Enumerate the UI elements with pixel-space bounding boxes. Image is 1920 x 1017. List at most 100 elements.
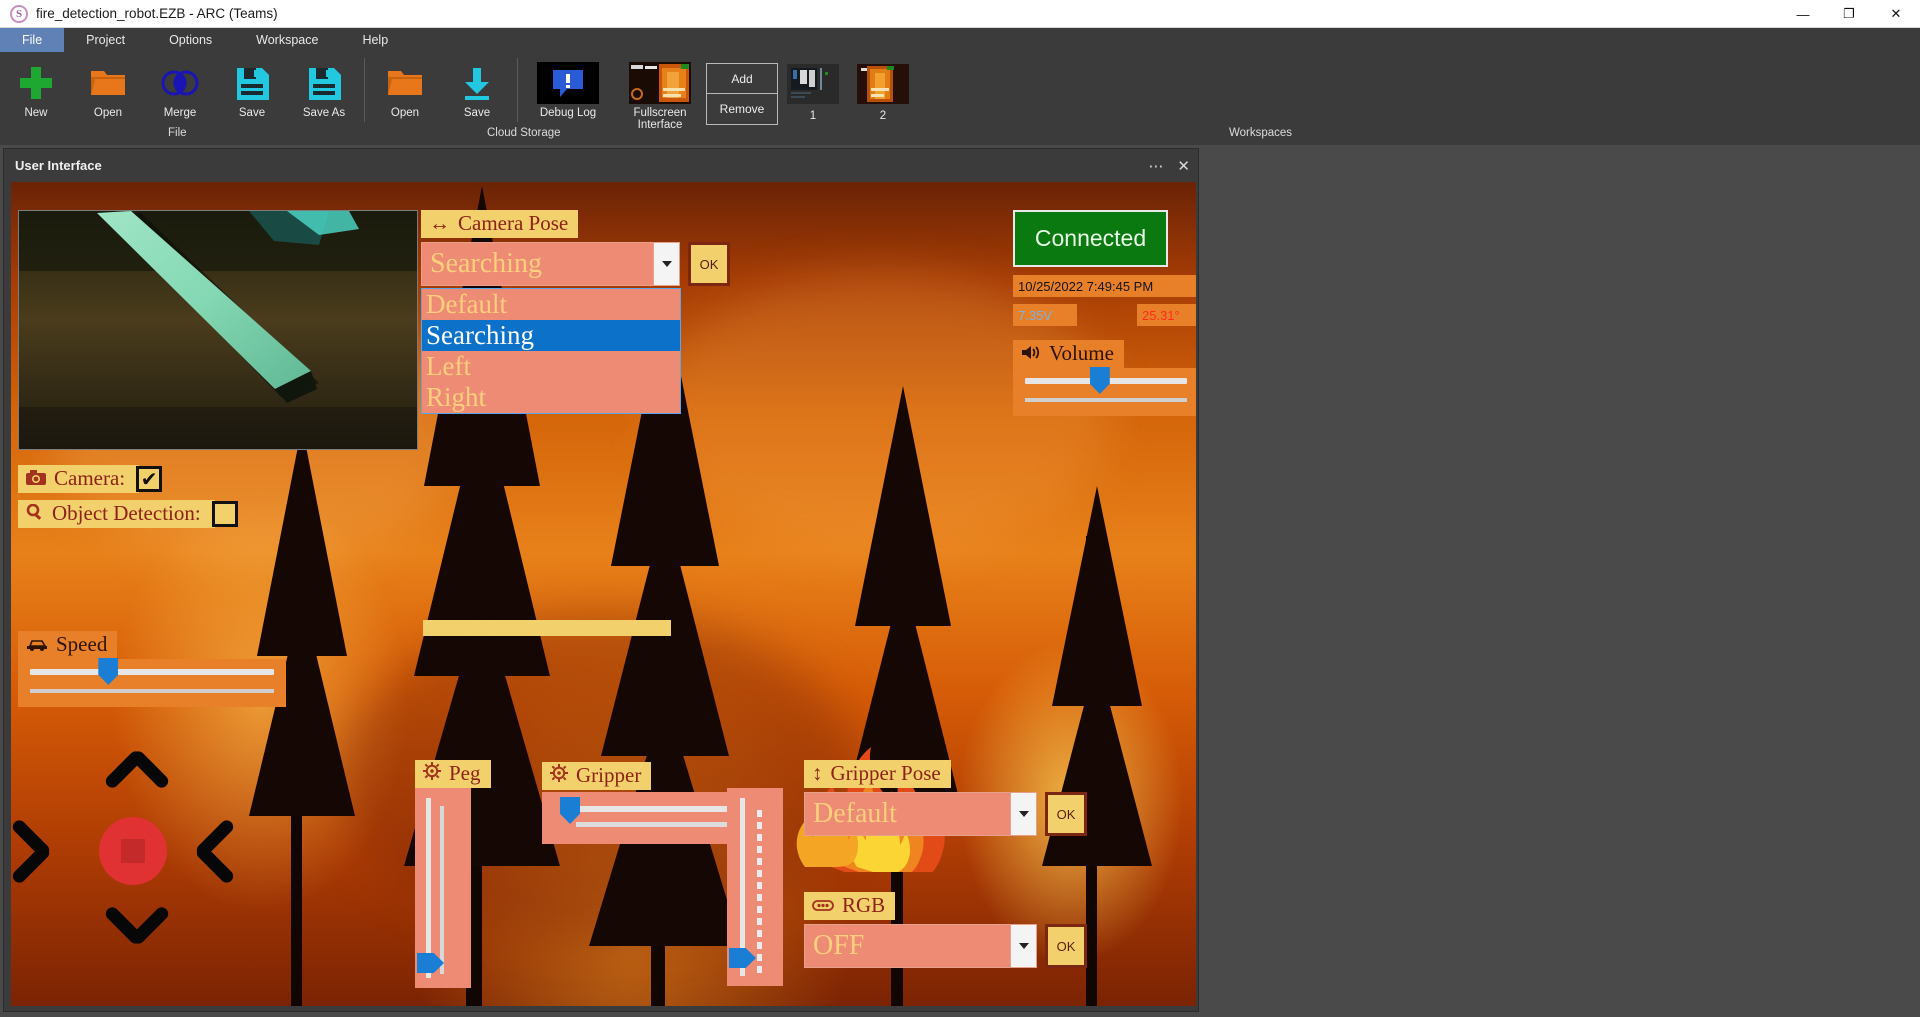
chevron-down-icon[interactable] bbox=[654, 242, 680, 286]
add-workspace-button[interactable]: Add bbox=[707, 64, 777, 94]
workspace-thumb-1[interactable]: 1 bbox=[778, 57, 848, 122]
speed-slider-track[interactable] bbox=[30, 669, 274, 675]
chevron-down-icon[interactable] bbox=[99, 899, 157, 957]
gripper-pose-ok-button[interactable]: OK bbox=[1045, 792, 1087, 836]
peg-slider-track[interactable] bbox=[426, 798, 431, 978]
object-detection-toggle-row[interactable]: Object Detection: bbox=[18, 500, 238, 528]
chevron-down-icon[interactable] bbox=[1011, 792, 1037, 836]
speaker-icon bbox=[1021, 341, 1041, 365]
workspace-thumb-2[interactable]: 2 bbox=[848, 57, 918, 122]
chevron-right-icon[interactable] bbox=[180, 818, 238, 876]
chevron-up-icon[interactable] bbox=[99, 737, 157, 795]
save-button[interactable]: Save bbox=[216, 57, 288, 119]
speech-bubble-alert-icon bbox=[537, 61, 599, 105]
merge-button[interactable]: Merge bbox=[144, 57, 216, 119]
close-icon[interactable]: ✕ bbox=[1872, 0, 1920, 28]
remove-workspace-button[interactable]: Remove bbox=[707, 94, 777, 124]
camera-feed[interactable] bbox=[18, 210, 418, 450]
dropdown-option-searching[interactable]: Searching bbox=[422, 320, 680, 351]
speed-caption: Speed bbox=[18, 631, 117, 659]
new-button[interactable]: New bbox=[0, 57, 72, 119]
gripper-pose-caption: ↕ Gripper Pose bbox=[804, 760, 951, 788]
volume-slider[interactable] bbox=[1013, 368, 1196, 416]
dropdown-option-right[interactable]: Right bbox=[422, 382, 680, 413]
gripper-vertical-ticks bbox=[757, 810, 762, 978]
ribbon-toolbar: New Open Merge Save Save As bbox=[0, 52, 1920, 145]
window-titlebar: S fire_detection_robot.EZB - ARC (Teams)… bbox=[0, 0, 1920, 28]
gear-icon bbox=[423, 761, 441, 785]
camera-pose-ok-button[interactable]: OK bbox=[688, 242, 730, 286]
volume-slider-thumb[interactable] bbox=[1090, 367, 1110, 394]
object-detection-checkbox[interactable] bbox=[212, 501, 238, 527]
voltage-value: 7.35V bbox=[1013, 304, 1077, 326]
maximize-icon[interactable]: ❐ bbox=[1826, 0, 1872, 28]
chevron-down-icon[interactable] bbox=[1011, 924, 1037, 968]
obscured-caption-strip bbox=[423, 620, 671, 636]
volume-slider-track[interactable] bbox=[1025, 378, 1187, 384]
floppy-disk-icon bbox=[307, 61, 341, 105]
ribbon-group-file: New Open Merge Save Save As bbox=[0, 52, 360, 128]
gripper-pose-selected-value[interactable]: Default bbox=[804, 792, 1011, 836]
volume-caption: Volume bbox=[1013, 340, 1124, 368]
open-button[interactable]: Open bbox=[72, 57, 144, 119]
gripper-vertical-thumb[interactable] bbox=[729, 948, 756, 968]
cloud-open-button[interactable]: Open bbox=[369, 57, 441, 119]
ribbon-divider bbox=[517, 58, 518, 122]
folder-open-icon bbox=[386, 61, 424, 105]
workspace-number-2: 2 bbox=[880, 110, 886, 122]
camera-toggle-label: Camera: bbox=[54, 466, 125, 490]
gripper-vertical-slider[interactable] bbox=[727, 788, 783, 986]
speed-slider-track-secondary bbox=[30, 689, 274, 693]
connection-status-badge: Connected bbox=[1013, 210, 1168, 267]
camera-checkbox[interactable]: ✔ bbox=[136, 466, 162, 492]
user-interface-panel-title: User Interface bbox=[15, 158, 102, 173]
direction-pad[interactable] bbox=[18, 737, 238, 963]
save-as-label: Save As bbox=[303, 107, 345, 119]
rgb-lights-icon bbox=[812, 893, 834, 917]
camera-pose-label: Camera Pose bbox=[458, 211, 568, 235]
panel-close-icon[interactable]: ✕ bbox=[1177, 157, 1190, 175]
speed-slider-thumb[interactable] bbox=[98, 658, 118, 685]
gripper-slider-thumb[interactable] bbox=[560, 797, 580, 824]
merge-label: Merge bbox=[164, 107, 197, 119]
rgb-selected-value[interactable]: OFF bbox=[804, 924, 1011, 968]
camera-pose-dropdown-list[interactable]: Default Searching Left Right bbox=[421, 288, 681, 414]
dropdown-option-left[interactable]: Left bbox=[422, 351, 680, 382]
ribbon-group-captions: File Cloud Storage Workspaces bbox=[0, 127, 1920, 143]
menu-item-help[interactable]: Help bbox=[340, 28, 410, 52]
dropdown-option-default[interactable]: Default bbox=[422, 289, 680, 320]
object-detection-caption: Object Detection: bbox=[18, 500, 215, 528]
window-controls: — ❐ ✕ bbox=[1780, 0, 1920, 28]
chevron-left-icon[interactable] bbox=[18, 818, 76, 876]
peg-slider-track-secondary bbox=[440, 806, 444, 974]
panel-menu-icon[interactable]: ⋯ bbox=[1148, 157, 1163, 175]
open-label: Open bbox=[94, 107, 122, 119]
menu-item-workspace[interactable]: Workspace bbox=[234, 28, 340, 52]
save-as-button[interactable]: Save As bbox=[288, 57, 360, 119]
menu-item-file[interactable]: File bbox=[0, 28, 64, 52]
debug-log-button[interactable]: Debug Log bbox=[522, 57, 614, 119]
gripper-pose-combo[interactable]: Default OK bbox=[804, 792, 1087, 836]
stop-button[interactable] bbox=[99, 817, 167, 885]
car-icon bbox=[26, 632, 48, 656]
menu-item-options[interactable]: Options bbox=[147, 28, 234, 52]
cloud-save-button[interactable]: Save bbox=[441, 57, 513, 119]
peg-slider[interactable] bbox=[415, 788, 471, 988]
app-logo-letter: S bbox=[16, 8, 22, 20]
ribbon-group-workspaces: Add Remove 1 bbox=[706, 52, 918, 128]
volume-slider-track-secondary bbox=[1025, 398, 1187, 402]
camera-pose-combo[interactable]: Searching OK Default Searching Left Righ… bbox=[421, 242, 730, 286]
speed-slider[interactable] bbox=[18, 659, 286, 707]
volume-control: Volume bbox=[1013, 340, 1196, 416]
ribbon-group-cloud-storage: Open Save bbox=[369, 52, 513, 128]
camera-toggle-row[interactable]: Camera: ✔ bbox=[18, 465, 162, 493]
workspace-number-1: 1 bbox=[810, 110, 816, 122]
menu-item-project[interactable]: Project bbox=[64, 28, 147, 52]
rgb-ok-button[interactable]: OK bbox=[1045, 924, 1087, 968]
status-panel: Connected 10/25/2022 7:49:45 PM 7.35V 25… bbox=[1013, 210, 1196, 416]
minimize-icon[interactable]: — bbox=[1780, 0, 1826, 28]
object-detection-label: Object Detection: bbox=[52, 501, 201, 525]
fullscreen-interface-button[interactable]: Fullscreen Interface bbox=[614, 57, 706, 131]
camera-pose-selected-value[interactable]: Searching bbox=[421, 242, 654, 286]
rgb-combo[interactable]: OFF OK bbox=[804, 924, 1087, 968]
